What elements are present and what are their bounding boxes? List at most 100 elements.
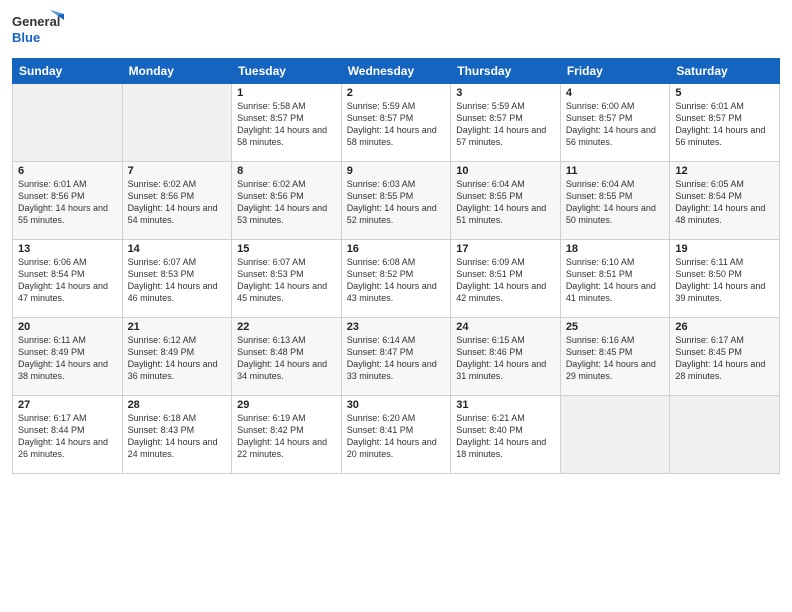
day-info: Sunrise: 6:17 AMSunset: 8:45 PMDaylight:… xyxy=(675,334,774,383)
calendar-cell: 12Sunrise: 6:05 AMSunset: 8:54 PMDayligh… xyxy=(670,162,780,240)
day-info: Sunrise: 6:07 AMSunset: 8:53 PMDaylight:… xyxy=(128,256,227,305)
day-info: Sunrise: 6:12 AMSunset: 8:49 PMDaylight:… xyxy=(128,334,227,383)
calendar-cell: 23Sunrise: 6:14 AMSunset: 8:47 PMDayligh… xyxy=(341,318,451,396)
calendar-cell: 13Sunrise: 6:06 AMSunset: 8:54 PMDayligh… xyxy=(13,240,123,318)
calendar-cell: 4Sunrise: 6:00 AMSunset: 8:57 PMDaylight… xyxy=(560,84,670,162)
calendar-cell: 9Sunrise: 6:03 AMSunset: 8:55 PMDaylight… xyxy=(341,162,451,240)
weekday-tuesday: Tuesday xyxy=(232,59,342,84)
day-number: 17 xyxy=(456,243,555,255)
header: GeneralBlue xyxy=(12,10,780,50)
calendar-header: SundayMondayTuesdayWednesdayThursdayFrid… xyxy=(13,59,780,84)
day-info: Sunrise: 6:04 AMSunset: 8:55 PMDaylight:… xyxy=(456,178,555,227)
calendar-cell: 17Sunrise: 6:09 AMSunset: 8:51 PMDayligh… xyxy=(451,240,561,318)
day-info: Sunrise: 6:05 AMSunset: 8:54 PMDaylight:… xyxy=(675,178,774,227)
calendar-cell: 7Sunrise: 6:02 AMSunset: 8:56 PMDaylight… xyxy=(122,162,232,240)
day-number: 19 xyxy=(675,243,774,255)
day-info: Sunrise: 6:15 AMSunset: 8:46 PMDaylight:… xyxy=(456,334,555,383)
calendar-cell: 11Sunrise: 6:04 AMSunset: 8:55 PMDayligh… xyxy=(560,162,670,240)
day-number: 15 xyxy=(237,243,336,255)
day-number: 5 xyxy=(675,87,774,99)
day-number: 4 xyxy=(566,87,665,99)
day-number: 30 xyxy=(347,399,446,411)
day-info: Sunrise: 6:18 AMSunset: 8:43 PMDaylight:… xyxy=(128,412,227,461)
day-info: Sunrise: 6:01 AMSunset: 8:57 PMDaylight:… xyxy=(675,100,774,149)
day-info: Sunrise: 5:59 AMSunset: 8:57 PMDaylight:… xyxy=(456,100,555,149)
svg-text:General: General xyxy=(12,14,60,29)
day-number: 31 xyxy=(456,399,555,411)
calendar-cell: 20Sunrise: 6:11 AMSunset: 8:49 PMDayligh… xyxy=(13,318,123,396)
calendar-cell: 18Sunrise: 6:10 AMSunset: 8:51 PMDayligh… xyxy=(560,240,670,318)
calendar-cell: 5Sunrise: 6:01 AMSunset: 8:57 PMDaylight… xyxy=(670,84,780,162)
weekday-sunday: Sunday xyxy=(13,59,123,84)
calendar-cell: 22Sunrise: 6:13 AMSunset: 8:48 PMDayligh… xyxy=(232,318,342,396)
day-number: 22 xyxy=(237,321,336,333)
calendar-cell: 27Sunrise: 6:17 AMSunset: 8:44 PMDayligh… xyxy=(13,396,123,474)
day-info: Sunrise: 6:09 AMSunset: 8:51 PMDaylight:… xyxy=(456,256,555,305)
day-info: Sunrise: 6:13 AMSunset: 8:48 PMDaylight:… xyxy=(237,334,336,383)
calendar-cell: 25Sunrise: 6:16 AMSunset: 8:45 PMDayligh… xyxy=(560,318,670,396)
day-number: 1 xyxy=(237,87,336,99)
calendar: SundayMondayTuesdayWednesdayThursdayFrid… xyxy=(12,58,780,474)
day-info: Sunrise: 6:08 AMSunset: 8:52 PMDaylight:… xyxy=(347,256,446,305)
weekday-thursday: Thursday xyxy=(451,59,561,84)
day-number: 11 xyxy=(566,165,665,177)
day-number: 18 xyxy=(566,243,665,255)
calendar-cell xyxy=(122,84,232,162)
calendar-cell: 29Sunrise: 6:19 AMSunset: 8:42 PMDayligh… xyxy=(232,396,342,474)
day-info: Sunrise: 6:21 AMSunset: 8:40 PMDaylight:… xyxy=(456,412,555,461)
calendar-week-1: 1Sunrise: 5:58 AMSunset: 8:57 PMDaylight… xyxy=(13,84,780,162)
day-number: 25 xyxy=(566,321,665,333)
calendar-cell: 28Sunrise: 6:18 AMSunset: 8:43 PMDayligh… xyxy=(122,396,232,474)
calendar-week-5: 27Sunrise: 6:17 AMSunset: 8:44 PMDayligh… xyxy=(13,396,780,474)
calendar-cell: 15Sunrise: 6:07 AMSunset: 8:53 PMDayligh… xyxy=(232,240,342,318)
day-info: Sunrise: 6:02 AMSunset: 8:56 PMDaylight:… xyxy=(237,178,336,227)
day-number: 21 xyxy=(128,321,227,333)
page-container: GeneralBlue SundayMondayTuesdayWednesday… xyxy=(0,0,792,482)
day-number: 28 xyxy=(128,399,227,411)
day-number: 7 xyxy=(128,165,227,177)
day-info: Sunrise: 6:14 AMSunset: 8:47 PMDaylight:… xyxy=(347,334,446,383)
day-info: Sunrise: 6:00 AMSunset: 8:57 PMDaylight:… xyxy=(566,100,665,149)
calendar-body: 1Sunrise: 5:58 AMSunset: 8:57 PMDaylight… xyxy=(13,84,780,474)
day-info: Sunrise: 6:11 AMSunset: 8:50 PMDaylight:… xyxy=(675,256,774,305)
day-number: 26 xyxy=(675,321,774,333)
day-info: Sunrise: 6:16 AMSunset: 8:45 PMDaylight:… xyxy=(566,334,665,383)
day-info: Sunrise: 6:07 AMSunset: 8:53 PMDaylight:… xyxy=(237,256,336,305)
logo: GeneralBlue xyxy=(12,10,64,50)
day-info: Sunrise: 6:10 AMSunset: 8:51 PMDaylight:… xyxy=(566,256,665,305)
day-number: 23 xyxy=(347,321,446,333)
day-info: Sunrise: 6:19 AMSunset: 8:42 PMDaylight:… xyxy=(237,412,336,461)
day-info: Sunrise: 6:11 AMSunset: 8:49 PMDaylight:… xyxy=(18,334,117,383)
day-info: Sunrise: 5:58 AMSunset: 8:57 PMDaylight:… xyxy=(237,100,336,149)
calendar-cell: 8Sunrise: 6:02 AMSunset: 8:56 PMDaylight… xyxy=(232,162,342,240)
day-number: 3 xyxy=(456,87,555,99)
calendar-cell: 14Sunrise: 6:07 AMSunset: 8:53 PMDayligh… xyxy=(122,240,232,318)
day-number: 16 xyxy=(347,243,446,255)
weekday-monday: Monday xyxy=(122,59,232,84)
calendar-cell: 1Sunrise: 5:58 AMSunset: 8:57 PMDaylight… xyxy=(232,84,342,162)
calendar-cell xyxy=(560,396,670,474)
day-info: Sunrise: 6:01 AMSunset: 8:56 PMDaylight:… xyxy=(18,178,117,227)
day-number: 12 xyxy=(675,165,774,177)
calendar-cell: 19Sunrise: 6:11 AMSunset: 8:50 PMDayligh… xyxy=(670,240,780,318)
day-number: 20 xyxy=(18,321,117,333)
logo-icon: GeneralBlue xyxy=(12,10,64,50)
day-number: 13 xyxy=(18,243,117,255)
day-info: Sunrise: 6:20 AMSunset: 8:41 PMDaylight:… xyxy=(347,412,446,461)
day-info: Sunrise: 5:59 AMSunset: 8:57 PMDaylight:… xyxy=(347,100,446,149)
calendar-cell xyxy=(670,396,780,474)
calendar-cell: 6Sunrise: 6:01 AMSunset: 8:56 PMDaylight… xyxy=(13,162,123,240)
calendar-cell: 26Sunrise: 6:17 AMSunset: 8:45 PMDayligh… xyxy=(670,318,780,396)
day-number: 14 xyxy=(128,243,227,255)
calendar-cell: 30Sunrise: 6:20 AMSunset: 8:41 PMDayligh… xyxy=(341,396,451,474)
weekday-friday: Friday xyxy=(560,59,670,84)
day-number: 27 xyxy=(18,399,117,411)
day-info: Sunrise: 6:04 AMSunset: 8:55 PMDaylight:… xyxy=(566,178,665,227)
day-number: 24 xyxy=(456,321,555,333)
day-number: 2 xyxy=(347,87,446,99)
day-number: 9 xyxy=(347,165,446,177)
calendar-cell: 16Sunrise: 6:08 AMSunset: 8:52 PMDayligh… xyxy=(341,240,451,318)
calendar-cell: 3Sunrise: 5:59 AMSunset: 8:57 PMDaylight… xyxy=(451,84,561,162)
day-info: Sunrise: 6:17 AMSunset: 8:44 PMDaylight:… xyxy=(18,412,117,461)
calendar-cell: 10Sunrise: 6:04 AMSunset: 8:55 PMDayligh… xyxy=(451,162,561,240)
